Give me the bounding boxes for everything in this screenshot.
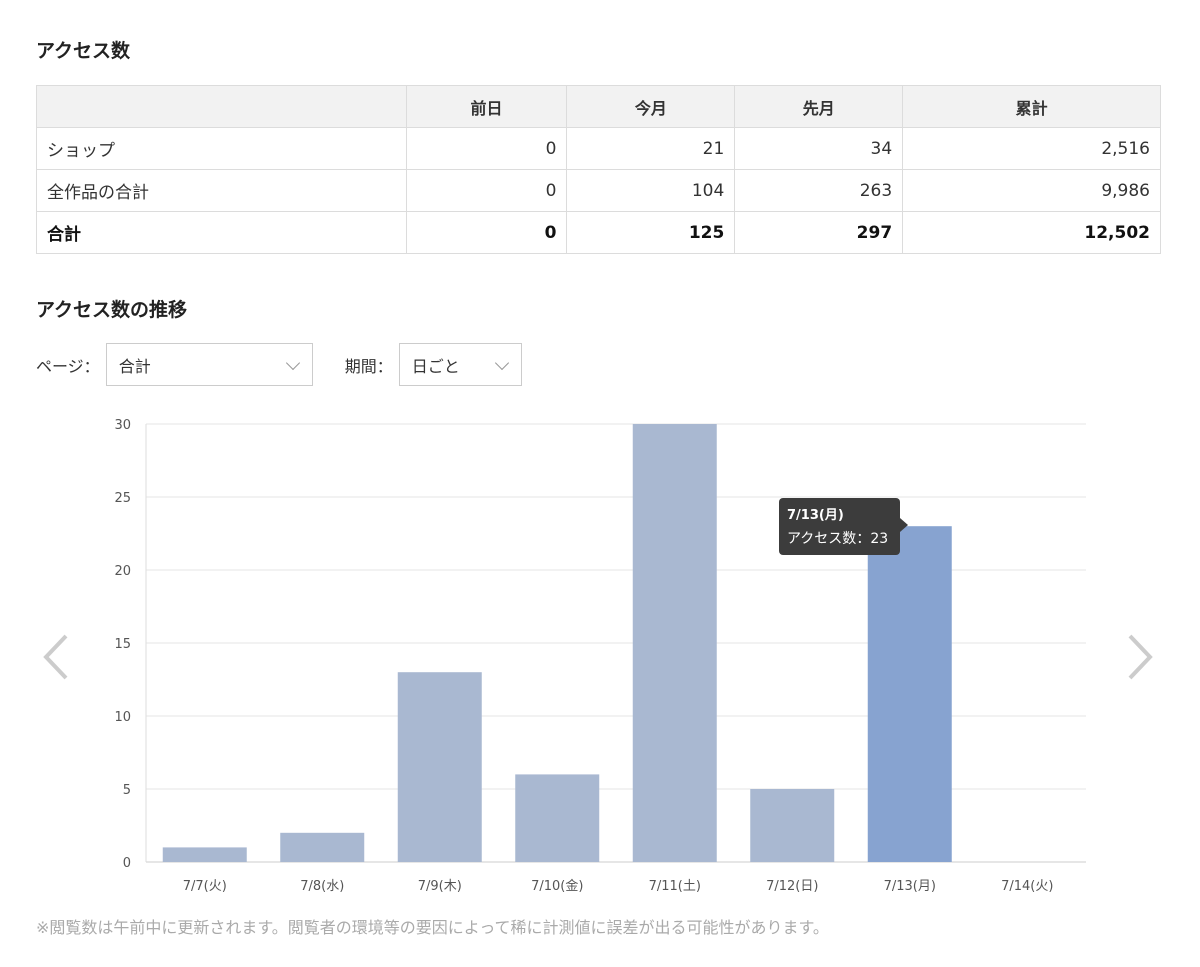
table-header-row: 前日 今月 先月 累計	[36, 85, 1161, 128]
tooltip-separator: ：	[856, 531, 871, 547]
chart-bar[interactable]	[632, 424, 717, 862]
page-select-value: 合計	[118, 356, 151, 376]
tooltip-date: 7/13(月)	[787, 508, 844, 523]
cell-this-month: 125	[566, 211, 736, 254]
cell-prev-day: 0	[405, 211, 568, 254]
tooltip-series: アクセス数	[787, 531, 857, 547]
access-trend-chart: 051015202530 7/7(火) 7/8(水) 7/9(木) 7/10(金) 7/…	[114, 418, 1086, 894]
header-empty	[36, 85, 407, 128]
access-count-title: アクセス数	[36, 40, 131, 62]
x-tick-label: 7/12(日)	[766, 879, 818, 894]
chart-bar[interactable]	[867, 526, 952, 862]
chart-bar[interactable]	[397, 672, 482, 862]
x-tick-label: 7/8(水)	[300, 879, 344, 894]
access-summary-table: 前日 今月 先月 累計 ショップ 0 21 34 2,516 全作品の合計 0 …	[36, 85, 1161, 254]
table-row: 全作品の合計 0 104 263 9,986	[36, 169, 1161, 212]
x-tick-label: 7/14(火)	[1001, 879, 1053, 894]
chevron-down-icon	[494, 355, 509, 371]
cell-last-month: 297	[734, 211, 904, 254]
cell-total: 2,516	[902, 127, 1161, 170]
chart-bar[interactable]	[280, 832, 365, 862]
table-row: ショップ 0 21 34 2,516	[36, 127, 1161, 170]
header-last-month: 先月	[734, 85, 904, 128]
period-filter-label: 期間：	[344, 356, 393, 376]
x-tick-label: 7/7(火)	[183, 879, 227, 894]
y-tick-label: 15	[114, 637, 131, 652]
cell-this-month: 21	[566, 127, 736, 170]
period-select[interactable]: 日ごと	[398, 343, 522, 386]
page-filter-label: ページ：	[36, 356, 100, 376]
header-total: 累計	[902, 85, 1161, 128]
y-tick-label: 20	[114, 564, 131, 579]
chart-bar[interactable]	[515, 774, 600, 862]
cell-prev-day: 0	[405, 127, 568, 170]
row-label: 全作品の合計	[36, 169, 407, 212]
chevron-left-icon[interactable]	[40, 632, 70, 682]
header-prev-day: 前日	[405, 85, 568, 128]
y-tick-label: 0	[123, 856, 131, 871]
tooltip-row: アクセス数：23	[787, 528, 892, 548]
cell-last-month: 34	[734, 127, 904, 170]
x-axis-ticks: 7/7(火) 7/8(水) 7/9(木) 7/10(金) 7/11(土) 7/12(日) 7…	[183, 878, 1054, 894]
cell-total: 12,502	[902, 211, 1161, 254]
tooltip-value: 23	[870, 531, 889, 547]
access-trend-title: アクセス数の推移	[36, 299, 188, 321]
table-row-total: 合計 0 125 297 12,502	[36, 211, 1161, 254]
chart-bar[interactable]	[750, 789, 835, 862]
y-axis-ticks: 0 5 10 15 20 25 30	[114, 418, 131, 871]
header-this-month: 今月	[566, 85, 736, 128]
x-tick-label: 7/9(木)	[418, 879, 462, 894]
y-tick-label: 10	[114, 710, 131, 725]
chart-tooltip: 7/13(月) アクセス数：23	[779, 498, 908, 555]
footer-note: ※閲覧数は午前中に更新されます。閲覧者の環境等の要因によって稀に計測値に誤差が出…	[36, 918, 829, 937]
y-tick-label: 5	[123, 783, 131, 798]
row-label: ショップ	[36, 127, 407, 170]
chevron-right-icon[interactable]	[1126, 632, 1156, 682]
page-select[interactable]: 合計	[105, 343, 313, 386]
cell-total: 9,986	[902, 169, 1161, 212]
chevron-down-icon	[285, 355, 300, 371]
x-tick-label: 7/13(月)	[884, 879, 936, 894]
chart-bar[interactable]	[162, 847, 247, 862]
x-tick-label: 7/11(土)	[649, 879, 701, 894]
period-select-value: 日ごと	[411, 356, 460, 376]
cell-prev-day: 0	[405, 169, 568, 212]
cell-this-month: 104	[566, 169, 736, 212]
x-tick-label: 7/10(金)	[531, 878, 583, 894]
filter-row: ページ： 合計 期間： 日ごと	[36, 343, 522, 386]
y-tick-label: 30	[114, 418, 131, 433]
y-tick-label: 25	[114, 491, 131, 506]
row-label: 合計	[36, 211, 407, 254]
cell-last-month: 263	[734, 169, 904, 212]
